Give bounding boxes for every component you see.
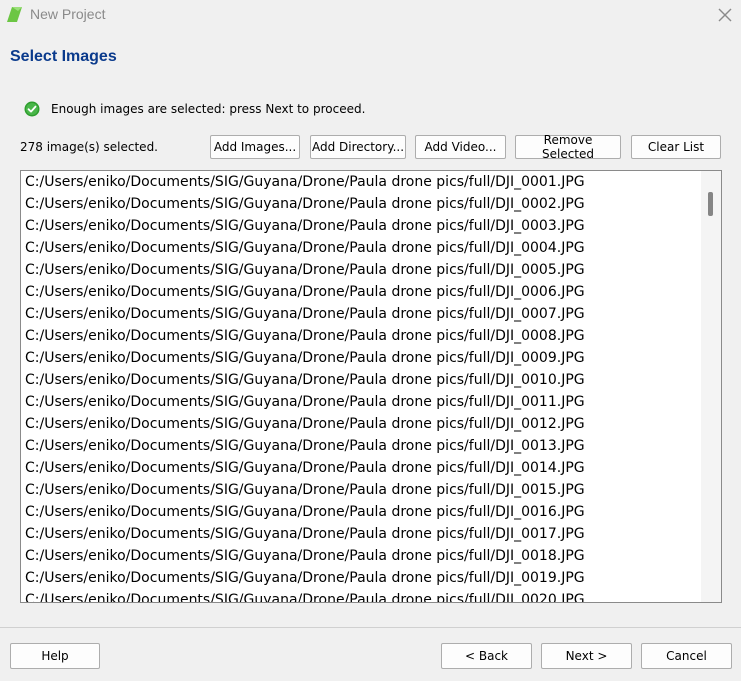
remove-selected-button[interactable]: Remove Selected bbox=[515, 133, 621, 161]
help-button[interactable]: Help bbox=[10, 643, 100, 669]
list-item[interactable]: C:/Users/eniko/Documents/SIG/Guyana/Dron… bbox=[25, 215, 701, 237]
clear-list-button[interactable]: Clear List bbox=[631, 135, 721, 159]
list-item[interactable]: C:/Users/eniko/Documents/SIG/Guyana/Dron… bbox=[25, 303, 701, 325]
add-directory-button[interactable]: Add Directory... bbox=[310, 135, 406, 159]
list-item[interactable]: C:/Users/eniko/Documents/SIG/Guyana/Dron… bbox=[25, 325, 701, 347]
list-item[interactable]: C:/Users/eniko/Documents/SIG/Guyana/Dron… bbox=[25, 237, 701, 259]
vertical-scrollbar[interactable] bbox=[701, 171, 721, 602]
list-item[interactable]: C:/Users/eniko/Documents/SIG/Guyana/Dron… bbox=[25, 171, 701, 193]
selected-count: 278 image(s) selected. bbox=[20, 140, 158, 154]
close-icon[interactable] bbox=[712, 4, 736, 26]
list-item[interactable]: C:/Users/eniko/Documents/SIG/Guyana/Dron… bbox=[25, 435, 701, 457]
list-item[interactable]: C:/Users/eniko/Documents/SIG/Guyana/Dron… bbox=[25, 193, 701, 215]
check-circle-icon bbox=[24, 101, 40, 117]
file-list-items: C:/Users/eniko/Documents/SIG/Guyana/Dron… bbox=[25, 171, 701, 602]
status-message: Enough images are selected: press Next t… bbox=[51, 102, 366, 116]
list-item[interactable]: C:/Users/eniko/Documents/SIG/Guyana/Dron… bbox=[25, 523, 701, 545]
list-item[interactable]: C:/Users/eniko/Documents/SIG/Guyana/Dron… bbox=[25, 567, 701, 589]
add-images-button[interactable]: Add Images... bbox=[210, 135, 300, 159]
list-item[interactable]: C:/Users/eniko/Documents/SIG/Guyana/Dron… bbox=[25, 391, 701, 413]
list-item[interactable]: C:/Users/eniko/Documents/SIG/Guyana/Dron… bbox=[25, 369, 701, 391]
window-title: New Project bbox=[30, 6, 106, 22]
scrollbar-thumb[interactable] bbox=[708, 192, 713, 216]
list-item[interactable]: C:/Users/eniko/Documents/SIG/Guyana/Dron… bbox=[25, 589, 701, 602]
cancel-button[interactable]: Cancel bbox=[641, 643, 732, 669]
list-item[interactable]: C:/Users/eniko/Documents/SIG/Guyana/Dron… bbox=[25, 347, 701, 369]
page-title: Select Images bbox=[10, 48, 117, 65]
image-file-list[interactable]: C:/Users/eniko/Documents/SIG/Guyana/Dron… bbox=[20, 170, 722, 603]
list-item[interactable]: C:/Users/eniko/Documents/SIG/Guyana/Dron… bbox=[25, 501, 701, 523]
list-item[interactable]: C:/Users/eniko/Documents/SIG/Guyana/Dron… bbox=[25, 413, 701, 435]
list-item[interactable]: C:/Users/eniko/Documents/SIG/Guyana/Dron… bbox=[25, 259, 701, 281]
back-button[interactable]: < Back bbox=[441, 643, 532, 669]
list-item[interactable]: C:/Users/eniko/Documents/SIG/Guyana/Dron… bbox=[25, 545, 701, 567]
app-logo-icon bbox=[7, 7, 22, 22]
list-item[interactable]: C:/Users/eniko/Documents/SIG/Guyana/Dron… bbox=[25, 457, 701, 479]
list-item[interactable]: C:/Users/eniko/Documents/SIG/Guyana/Dron… bbox=[25, 281, 701, 303]
list-item[interactable]: C:/Users/eniko/Documents/SIG/Guyana/Dron… bbox=[25, 479, 701, 501]
title-bar: New Project bbox=[0, 0, 741, 32]
next-button[interactable]: Next > bbox=[541, 643, 632, 669]
add-video-button[interactable]: Add Video... bbox=[415, 135, 506, 159]
